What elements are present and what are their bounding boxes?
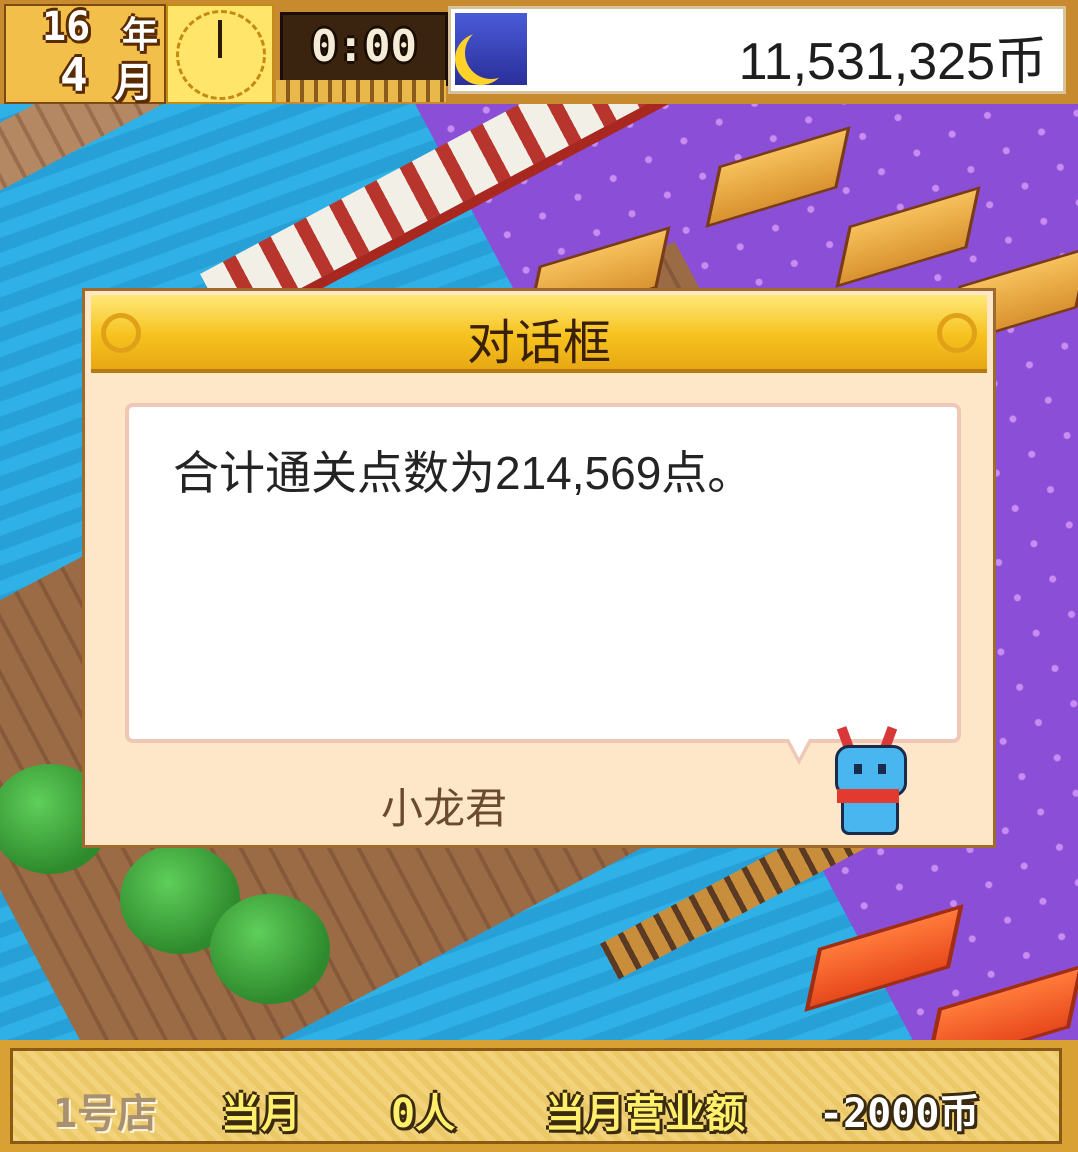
clock-hand-short — [218, 50, 222, 58]
dialog-window[interactable]: 对话框 合计通关点数为214,569点。 小龙君 — [82, 288, 996, 848]
dragon-cape — [837, 789, 899, 803]
speech-bubble-tail-inner — [789, 739, 809, 758]
top-hud: 16 年 4 月 0:00 11,531,325币 — [0, 0, 1078, 106]
revenue-amount: -2000币 — [819, 1091, 980, 1137]
year-number: 16 — [42, 4, 91, 50]
dragon-eye — [854, 764, 862, 774]
dialog-header: 对话框 — [91, 295, 987, 373]
current-month-label: 当月 — [221, 1091, 301, 1137]
night-indicator — [455, 13, 527, 85]
tree — [210, 894, 330, 1004]
money-display: 11,531,325币 — [448, 6, 1066, 94]
speaker-name: 小龙君 — [381, 785, 508, 832]
status-bar: 1号店 当月 0人 当月营业额 -2000币 — [0, 1040, 1078, 1152]
clock-icon — [166, 4, 274, 104]
revenue-label: 当月营业额 — [545, 1091, 745, 1137]
speech-bubble[interactable]: 合计通关点数为214,569点。 — [125, 403, 961, 743]
time-display: 0:00 — [280, 12, 448, 86]
visitor-count: 0人 — [391, 1091, 456, 1137]
month-label: 月 — [114, 60, 154, 106]
dragon-mascot-icon — [831, 726, 907, 835]
dialog-title: 对话框 — [466, 317, 611, 370]
dialog-message: 合计通关点数为214,569点。 — [173, 447, 754, 499]
game-time: 0:00 — [311, 21, 417, 72]
money-amount: 11,531,325币 — [738, 33, 1047, 91]
dragon-eye — [878, 764, 886, 774]
store-name: 1号店 — [53, 1091, 158, 1137]
moon-icon — [465, 27, 517, 79]
month-number: 4 — [60, 48, 88, 102]
date-display: 16 年 4 月 — [4, 4, 166, 106]
status-bar-panel[interactable]: 1号店 当月 0人 当月营业额 -2000币 — [10, 1048, 1062, 1144]
decorative-fret — [276, 80, 446, 102]
